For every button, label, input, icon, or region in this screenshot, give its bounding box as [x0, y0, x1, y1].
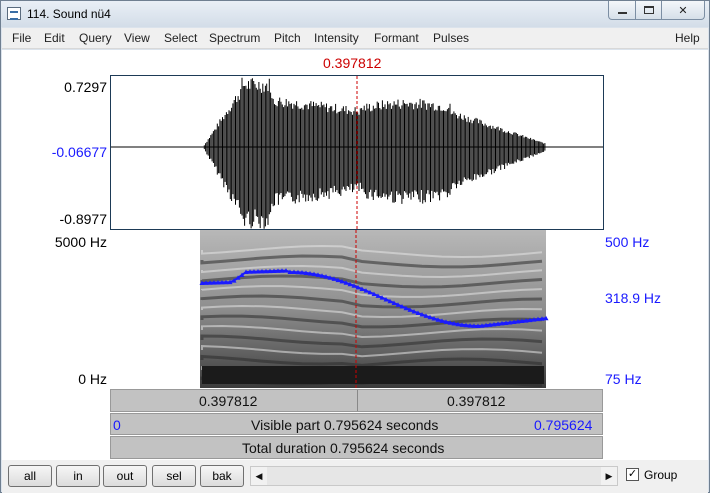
minimize-button[interactable] — [608, 1, 636, 20]
spectrogram-panel[interactable] — [110, 230, 604, 388]
pitch-value-label: 318.9 Hz — [605, 290, 662, 306]
window-title: 114. Sound nü4 — [27, 7, 111, 21]
menu-select[interactable]: Select — [164, 31, 197, 45]
menu-view[interactable]: View — [124, 31, 150, 45]
cursor-time-label: 0.397812 — [323, 55, 382, 71]
spectrogram-freq-bottom: 0 Hz — [78, 371, 107, 387]
maximize-icon — [643, 6, 654, 14]
total-duration-text[interactable]: Total duration 0.795624 seconds — [242, 440, 444, 456]
menu-formant[interactable]: Formant — [374, 31, 419, 45]
menu-file[interactable]: File — [12, 31, 31, 45]
zoom-selection-button[interactable]: sel — [152, 465, 196, 487]
menu-intensity[interactable]: Intensity — [314, 31, 359, 45]
spectrogram-low-band — [202, 366, 544, 384]
zoom-all-button[interactable]: all — [8, 465, 52, 487]
horizontal-scrollbar[interactable]: ◀ ▶ — [250, 466, 618, 486]
close-icon: ✕ — [678, 4, 688, 17]
visible-part-text[interactable]: Visible part 0.795624 seconds — [251, 417, 438, 433]
maximize-button[interactable] — [635, 1, 662, 20]
zoom-back-button[interactable]: bak — [200, 465, 244, 487]
waveform-plot — [111, 76, 603, 229]
visible-start: 0 — [113, 417, 121, 433]
minimize-icon — [617, 12, 627, 14]
pitch-bottom-label: 75 Hz — [605, 371, 642, 387]
group-label: Group — [644, 468, 678, 482]
zoom-in-button[interactable]: in — [56, 465, 100, 487]
selection-right-duration[interactable]: 0.397812 — [447, 393, 505, 409]
waveform-panel[interactable] — [110, 75, 604, 230]
menu-edit[interactable]: Edit — [44, 31, 65, 45]
bottom-toolbar: all in out sel bak ◀ ▶ ✓ Group — [2, 460, 708, 493]
scroll-left-icon[interactable]: ◀ — [251, 467, 267, 485]
waveform-y-max: 0.7297 — [64, 79, 107, 95]
selection-bar[interactable]: 0.397812 0.397812 — [110, 389, 603, 412]
menu-pulses[interactable]: Pulses — [433, 31, 469, 45]
selection-left-duration[interactable]: 0.397812 — [199, 393, 257, 409]
app-icon — [7, 7, 21, 20]
scroll-right-icon[interactable]: ▶ — [601, 467, 617, 485]
menu-pitch[interactable]: Pitch — [274, 31, 301, 45]
total-duration-bar[interactable]: Total duration 0.795624 seconds — [110, 436, 603, 459]
selection-divider — [357, 390, 358, 411]
visible-part-bar[interactable]: 0 Visible part 0.795624 seconds 0.795624 — [110, 413, 603, 435]
group-checkbox[interactable]: ✓ — [626, 468, 639, 481]
visible-end: 0.795624 — [534, 417, 593, 433]
menu-spectrum[interactable]: Spectrum — [209, 31, 260, 45]
spectrogram-plot — [199, 230, 549, 388]
menu-help[interactable]: Help — [675, 31, 700, 45]
close-button[interactable]: ✕ — [661, 1, 705, 20]
zoom-out-button[interactable]: out — [103, 465, 147, 487]
pitch-top-label: 500 Hz — [605, 234, 650, 250]
spectrogram-freq-top: 5000 Hz — [54, 234, 107, 250]
menu-bar: File Edit Query View Select Spectrum Pit… — [2, 28, 708, 49]
waveform-y-min: -0.8977 — [59, 211, 107, 227]
praat-sound-window: 114. Sound nü4 ✕ File Edit Query View Se… — [0, 0, 710, 493]
waveform-y-zero: -0.06677 — [51, 144, 107, 160]
title-bar[interactable]: 114. Sound nü4 ✕ — [1, 1, 709, 27]
menu-query[interactable]: Query — [79, 31, 112, 45]
